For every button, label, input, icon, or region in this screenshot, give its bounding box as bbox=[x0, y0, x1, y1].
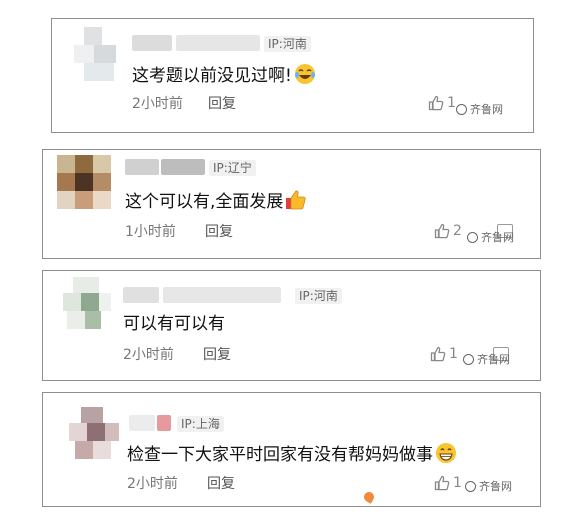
comment-text-content: 这个可以有,全面发展 bbox=[125, 192, 284, 212]
watermark-label: 齐鲁网 bbox=[481, 231, 514, 244]
watermark: 齐鲁网 bbox=[463, 351, 510, 367]
ip-location-badge: IP:上海 bbox=[177, 416, 224, 432]
avatar[interactable] bbox=[59, 277, 113, 331]
comment-text: 可以有可以有 bbox=[123, 313, 225, 335]
watermark-logo-icon bbox=[465, 480, 476, 492]
laughing-tears-emoji bbox=[294, 63, 316, 91]
comment-card: IP:河南 这考题以前没见过啊! 2小时前 回复 1 齐鲁网 bbox=[51, 18, 534, 133]
watermark: 齐鲁网 bbox=[465, 478, 512, 494]
ip-location-badge: IP:河南 bbox=[295, 288, 342, 304]
ip-location-badge: IP:河南 bbox=[264, 36, 311, 52]
username-blurred[interactable] bbox=[157, 415, 171, 431]
avatar[interactable] bbox=[74, 27, 128, 81]
watermark-logo-icon bbox=[456, 103, 467, 115]
comment-text: 这考题以前没见过啊! bbox=[132, 63, 316, 91]
comment-card: IP:辽宁 这个可以有,全面发展 1小时前 回复 2 齐鲁网 bbox=[42, 149, 541, 259]
reply-button[interactable]: 回复 bbox=[205, 223, 233, 241]
like-count: 2 bbox=[453, 223, 462, 239]
watermark-label: 齐鲁网 bbox=[470, 103, 503, 116]
thumbs-up-outline-icon bbox=[430, 346, 446, 362]
comment-card: IP:上海 检查一下大家平时回家有没有帮妈妈做事 2小时前 回复 1 齐鲁网 bbox=[42, 392, 541, 507]
thumbs-up-outline-icon bbox=[434, 223, 450, 239]
like-button[interactable]: 2 bbox=[434, 223, 462, 239]
username-blurred[interactable] bbox=[132, 35, 172, 51]
watermark: 齐鲁网 bbox=[456, 101, 503, 117]
username-blurred[interactable] bbox=[161, 159, 205, 175]
comment-time: 2小时前 bbox=[123, 347, 174, 363]
comment-time: 2小时前 bbox=[127, 476, 178, 492]
like-count: 1 bbox=[447, 95, 456, 111]
watermark-logo-icon bbox=[467, 231, 478, 243]
thumbs-up-emoji bbox=[285, 189, 307, 217]
thumbs-up-outline-icon bbox=[428, 95, 444, 111]
username-blurred[interactable] bbox=[129, 415, 155, 431]
username-blurred[interactable] bbox=[125, 159, 159, 175]
watermark-label: 齐鲁网 bbox=[477, 353, 510, 366]
username-blurred[interactable] bbox=[176, 35, 260, 51]
reply-button[interactable]: 回复 bbox=[208, 95, 236, 113]
watermark: 齐鲁网 bbox=[467, 229, 514, 245]
watermark-logo-icon bbox=[463, 353, 474, 365]
reply-button[interactable]: 回复 bbox=[207, 475, 235, 493]
like-button[interactable]: 1 bbox=[430, 346, 458, 362]
grinning-emoji bbox=[435, 442, 457, 470]
comment-time: 2小时前 bbox=[132, 96, 183, 112]
comment-text-content: 检查一下大家平时回家有没有帮妈妈做事 bbox=[127, 445, 433, 465]
ip-location-badge: IP:辽宁 bbox=[209, 160, 256, 176]
comment-text-content: 可以有可以有 bbox=[123, 314, 225, 334]
like-button[interactable]: 1 bbox=[434, 475, 462, 491]
avatar[interactable] bbox=[69, 407, 123, 461]
like-count: 1 bbox=[449, 346, 458, 362]
username-blurred[interactable] bbox=[163, 287, 281, 303]
comment-text: 检查一下大家平时回家有没有帮妈妈做事 bbox=[127, 442, 457, 470]
comment-text-content: 这考题以前没见过啊! bbox=[132, 66, 292, 86]
comment-card: IP:河南 可以有可以有 2小时前 回复 1 齐鲁网 bbox=[42, 270, 541, 381]
watermark-label: 齐鲁网 bbox=[479, 480, 512, 493]
avatar[interactable] bbox=[57, 155, 111, 209]
thumbs-up-outline-icon bbox=[434, 475, 450, 491]
comment-text: 这个可以有,全面发展 bbox=[125, 189, 307, 217]
like-count: 1 bbox=[453, 475, 462, 491]
comment-time: 1小时前 bbox=[125, 224, 176, 240]
like-button[interactable]: 1 bbox=[428, 95, 456, 111]
reply-button[interactable]: 回复 bbox=[203, 346, 231, 364]
username-blurred[interactable] bbox=[123, 287, 159, 303]
